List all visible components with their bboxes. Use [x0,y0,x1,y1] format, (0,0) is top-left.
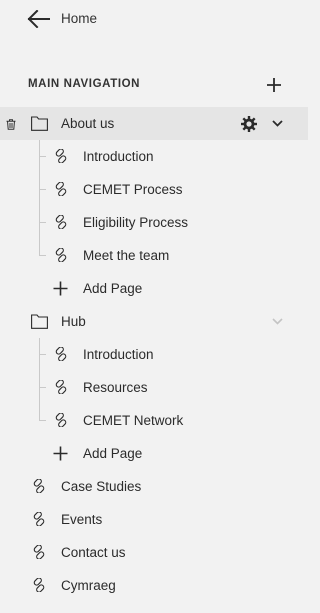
arrow-left-icon [27,10,50,28]
nav-page-label: Meet the team [83,248,170,263]
add-page-label: Add Page [83,281,143,296]
plus-icon [53,446,68,461]
nav-page-label: Events [61,512,103,527]
folder-icon [31,116,48,131]
link-icon [33,512,45,526]
nav-folder-label: Hub [61,314,86,329]
navigation-panel: Home MAIN NAVIGATION About us Introducti… [0,0,308,613]
link-icon [55,182,67,196]
main-navigation-header: MAIN NAVIGATION [0,74,308,96]
add-section-plus-icon[interactable] [264,75,284,95]
chevron-down-icon[interactable] [272,318,283,325]
link-icon [33,578,45,592]
add-page-button-about[interactable]: Add Page [0,272,308,305]
back-home-link[interactable]: Home [0,0,308,38]
nav-page-label: Contact us [61,545,126,560]
nav-page-meet-the-team[interactable]: Meet the team [0,239,308,272]
link-icon [55,413,67,427]
nav-page-label: CEMET Process [83,182,183,197]
nav-folder-about-us[interactable]: About us [0,107,308,140]
plus-icon [53,281,68,296]
nav-page-label: CEMET Network [83,413,184,428]
link-icon [55,380,67,394]
nav-page-label: Cymraeg [61,578,116,593]
nav-page-label: Introduction [83,149,154,164]
link-icon [55,347,67,361]
chevron-down-icon[interactable] [272,120,283,127]
gear-icon[interactable] [240,115,258,133]
section-title: MAIN NAVIGATION [28,78,141,90]
folder-icon [31,314,48,329]
link-icon [55,215,67,229]
nav-page-resources[interactable]: Resources [0,371,308,404]
nav-folder-hub[interactable]: Hub [0,305,308,338]
nav-page-introduction[interactable]: Introduction [0,140,308,173]
nav-page-label: Case Studies [61,479,142,494]
nav-page-cemet-process[interactable]: CEMET Process [0,173,308,206]
link-icon [55,149,67,163]
nav-page-cemet-network[interactable]: CEMET Network [0,404,308,437]
nav-page-label: Introduction [83,347,154,362]
nav-page-events[interactable]: Events [0,503,308,536]
link-icon [55,248,67,262]
back-home-label: Home [61,11,98,26]
nav-page-cymraeg[interactable]: Cymraeg [0,569,308,602]
add-page-label: Add Page [83,446,143,461]
nav-page-case-studies[interactable]: Case Studies [0,470,308,503]
add-page-button-hub[interactable]: Add Page [0,437,308,470]
link-icon [33,545,45,559]
nav-page-eligibility-process[interactable]: Eligibility Process [0,206,308,239]
nav-page-contact-us[interactable]: Contact us [0,536,308,569]
link-icon [33,479,45,493]
nav-page-label: Resources [83,380,148,395]
trash-icon[interactable] [6,119,16,130]
nav-page-label: Eligibility Process [83,215,189,230]
nav-folder-label: About us [61,116,115,131]
nav-page-hub-introduction[interactable]: Introduction [0,338,308,371]
